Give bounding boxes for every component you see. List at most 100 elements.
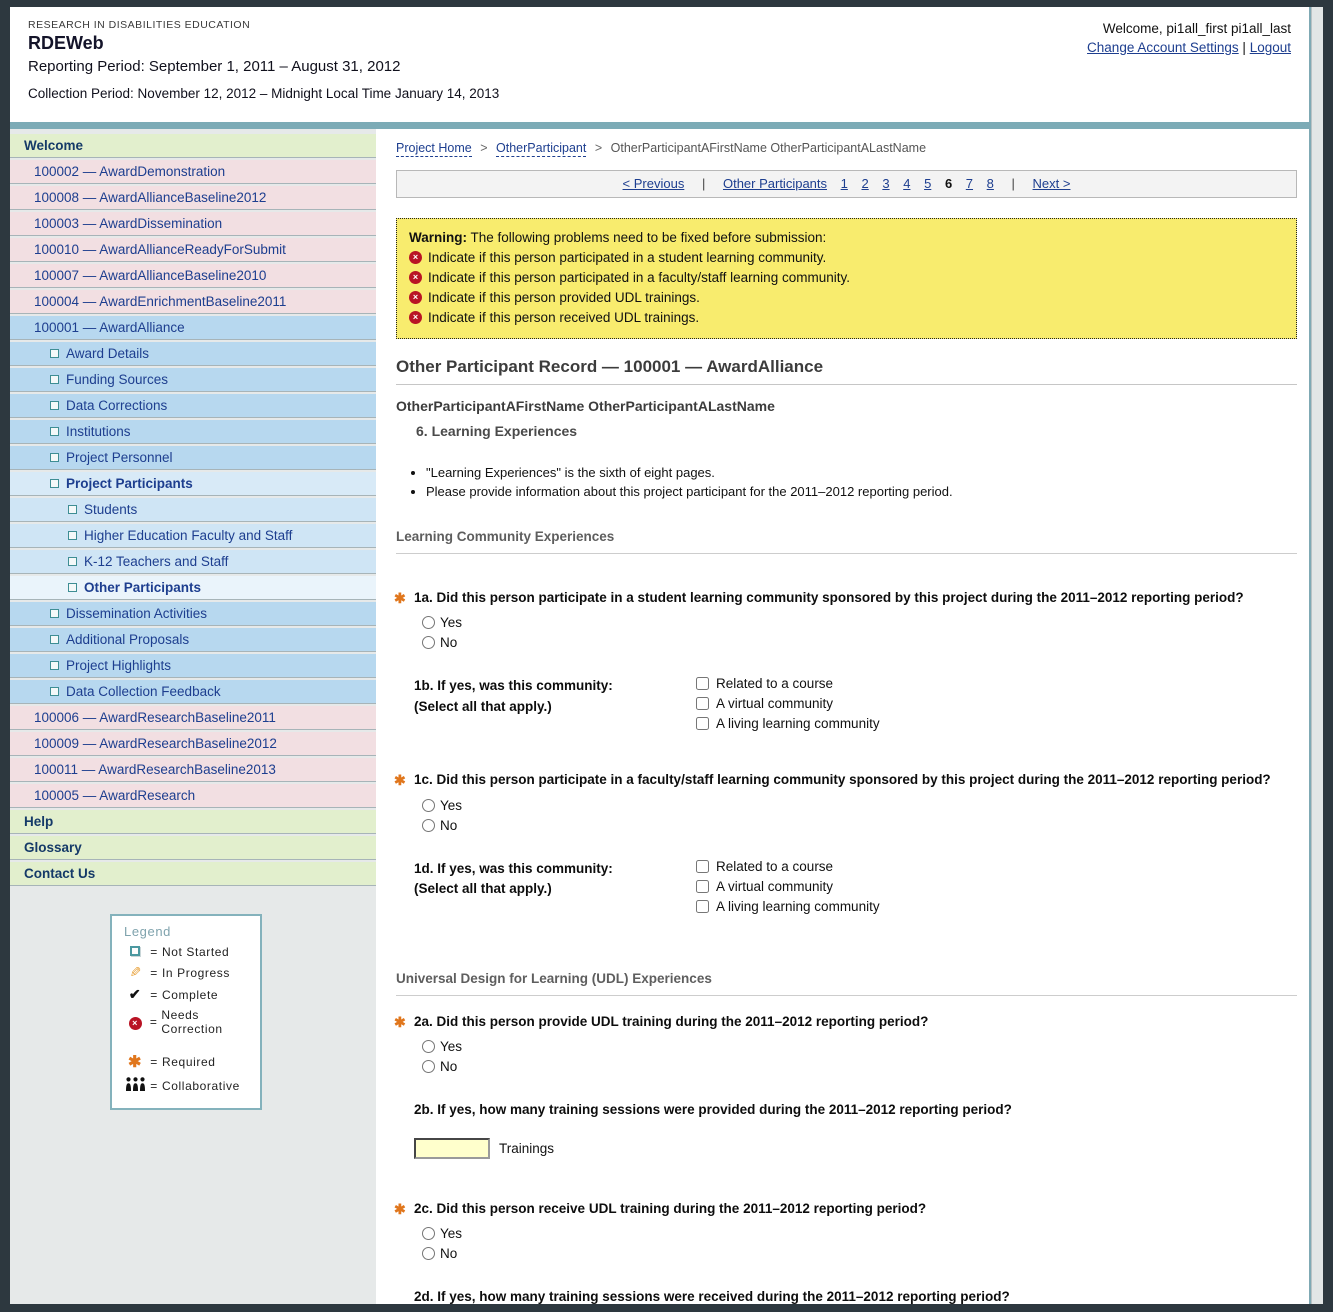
record-pager: < Previous | Other Participants 1 2 3 4 … <box>396 170 1297 198</box>
question-2d: 2d. If yes, how many training sessions w… <box>396 1287 1276 1304</box>
sidebar-item-data-collection-feedback[interactable]: Data Collection Feedback <box>10 680 376 704</box>
scrollbar[interactable] <box>1311 7 1323 1304</box>
in-progress-icon: ✎ <box>124 964 146 981</box>
logout-link[interactable]: Logout <box>1250 40 1291 55</box>
sidebar-item-higher-ed-faculty-staff[interactable]: Higher Education Faculty and Staff <box>10 524 376 548</box>
sidebar-item-award-100003[interactable]: 100003 — AwardDissemination <box>10 212 376 236</box>
sidebar-item-project-participants[interactable]: Project Participants <box>10 472 376 496</box>
error-icon <box>409 271 422 284</box>
sidebar-item-students[interactable]: Students <box>10 498 376 522</box>
legend-item: ✔ = Complete <box>124 986 260 1003</box>
sidebar-item-funding-sources[interactable]: Funding Sources <box>10 368 376 392</box>
q1a-yes-radio[interactable]: Yes <box>422 615 1297 630</box>
sidebar-item-award-100007[interactable]: 100007 — AwardAllianceBaseline2010 <box>10 264 376 288</box>
required-icon: ✱ <box>124 1052 146 1072</box>
not-started-icon <box>124 945 146 959</box>
sidebar-item-award-100006[interactable]: 100006 — AwardResearchBaseline2011 <box>10 706 376 730</box>
pager-other-participants-link[interactable]: Other Participants <box>723 176 827 191</box>
sidebar-item-award-100005[interactable]: 100005 — AwardResearch <box>10 784 376 808</box>
sidebar-item-dissemination-activities[interactable]: Dissemination Activities <box>10 602 376 626</box>
pager-page-2[interactable]: 2 <box>862 176 869 191</box>
question-2a: ✱ 2a. Did this person provide UDL traini… <box>396 1012 1276 1032</box>
pager-page-5[interactable]: 5 <box>924 176 931 191</box>
error-icon <box>409 291 422 304</box>
sidebar-item-project-personnel[interactable]: Project Personnel <box>10 446 376 470</box>
q1c-no-radio[interactable]: No <box>422 818 1297 833</box>
sidebar-item-award-details[interactable]: Award Details <box>10 342 376 366</box>
sidebar-item-institutions[interactable]: Institutions <box>10 420 376 444</box>
sidebar-item-k12-teachers-staff[interactable]: K-12 Teachers and Staff <box>10 550 376 574</box>
q2c-no-radio[interactable]: No <box>422 1246 1297 1261</box>
trainings-provided-input[interactable] <box>414 1138 490 1159</box>
not-started-icon <box>50 661 59 670</box>
q1d-related-course-checkbox[interactable]: Related to a course <box>696 859 880 874</box>
sidebar-item-help[interactable]: Help <box>10 810 376 834</box>
sidebar-item-award-100001[interactable]: 100001 — AwardAlliance <box>10 316 376 340</box>
not-started-icon <box>50 635 59 644</box>
pager-page-4[interactable]: 4 <box>903 176 910 191</box>
q1d-living-learning-checkbox[interactable]: A living learning community <box>696 899 880 914</box>
question-2a-options: Yes No <box>422 1039 1297 1074</box>
collection-period: Collection Period: November 12, 2012 – M… <box>28 86 1295 101</box>
page-frame: RESEARCH IN DISABILITIES EDUCATION RDEWe… <box>0 0 1333 1312</box>
q2c-yes-radio[interactable]: Yes <box>422 1226 1297 1241</box>
not-started-icon <box>68 557 77 566</box>
pager-page-1[interactable]: 1 <box>841 176 848 191</box>
pager-page-3[interactable]: 3 <box>882 176 889 191</box>
change-account-settings-link[interactable]: Change Account Settings <box>1087 40 1239 55</box>
q1b-virtual-community-checkbox[interactable]: A virtual community <box>696 696 880 711</box>
question-1b: 1b. If yes, was this community: (Select … <box>396 676 1297 736</box>
pager-current-page: 6 <box>945 176 952 191</box>
legend-title: Legend <box>124 924 260 939</box>
legend-item: = Collaborative <box>124 1077 260 1094</box>
question-1a-options: Yes No <box>422 615 1297 650</box>
sidebar-item-award-100004[interactable]: 100004 — AwardEnrichmentBaseline2011 <box>10 290 376 314</box>
warning-item: Indicate if this person received UDL tra… <box>409 310 1284 325</box>
sidebar-item-award-100011[interactable]: 100011 — AwardResearchBaseline2013 <box>10 758 376 782</box>
account-area: Welcome, pi1all_first pi1all_last Change… <box>1087 19 1291 57</box>
sidebar-item-welcome[interactable]: Welcome <box>10 134 376 158</box>
question-1d: 1d. If yes, was this community: (Select … <box>396 859 1297 919</box>
not-started-icon <box>68 583 77 592</box>
sidebar-item-award-100010[interactable]: 100010 — AwardAllianceReadyForSubmit <box>10 238 376 262</box>
breadcrumb-project-home[interactable]: Project Home <box>396 141 472 157</box>
error-icon <box>409 251 422 264</box>
legend-item: ✎ = In Progress <box>124 964 260 981</box>
sidebar-item-data-corrections[interactable]: Data Corrections <box>10 394 376 418</box>
pager-previous-link[interactable]: < Previous <box>623 176 685 191</box>
required-icon: ✱ <box>394 588 406 609</box>
q2a-yes-radio[interactable]: Yes <box>422 1039 1297 1054</box>
pager-page-8[interactable]: 8 <box>987 176 994 191</box>
warning-item: Indicate if this person participated in … <box>409 250 1284 265</box>
question-1d-label: 1d. If yes, was this community: (Select … <box>414 859 696 919</box>
reporting-period: Reporting Period: September 1, 2011 – Au… <box>28 58 1295 75</box>
required-icon: ✱ <box>394 1199 406 1220</box>
not-started-icon <box>50 687 59 696</box>
q2a-no-radio[interactable]: No <box>422 1059 1297 1074</box>
q1b-living-learning-checkbox[interactable]: A living learning community <box>696 716 880 731</box>
header: RESEARCH IN DISABILITIES EDUCATION RDEWe… <box>10 7 1309 122</box>
legend-item: ✱ = Required <box>124 1052 260 1072</box>
q1d-virtual-community-checkbox[interactable]: A virtual community <box>696 879 880 894</box>
q1a-no-radio[interactable]: No <box>422 635 1297 650</box>
not-started-icon <box>50 427 59 436</box>
pager-page-7[interactable]: 7 <box>966 176 973 191</box>
sidebar-item-other-participants[interactable]: Other Participants <box>10 576 376 600</box>
sidebar-item-additional-proposals[interactable]: Additional Proposals <box>10 628 376 652</box>
breadcrumb-other-participant[interactable]: OtherParticipant <box>496 141 586 157</box>
sidebar-item-award-100002[interactable]: 100002 — AwardDemonstration <box>10 160 376 184</box>
sidebar-item-award-100009[interactable]: 100009 — AwardResearchBaseline2012 <box>10 732 376 756</box>
body-layout: Welcome 100002 — AwardDemonstration 1000… <box>10 129 1309 1304</box>
header-divider-bar <box>10 122 1309 129</box>
pager-next-link[interactable]: Next > <box>1033 176 1071 191</box>
q1c-yes-radio[interactable]: Yes <box>422 798 1297 813</box>
question-2c-options: Yes No <box>422 1226 1297 1261</box>
q1b-related-course-checkbox[interactable]: Related to a course <box>696 676 880 691</box>
sidebar-item-glossary[interactable]: Glossary <box>10 836 376 860</box>
sidebar-item-project-highlights[interactable]: Project Highlights <box>10 654 376 678</box>
sidebar-item-contact-us[interactable]: Contact Us <box>10 862 376 886</box>
legend-box: Legend = Not Started ✎ = In Progress ✔ = <box>110 914 262 1110</box>
sidebar-item-award-100008[interactable]: 100008 — AwardAllianceBaseline2012 <box>10 186 376 210</box>
needs-correction-icon <box>124 1015 146 1030</box>
not-started-icon <box>68 531 77 540</box>
